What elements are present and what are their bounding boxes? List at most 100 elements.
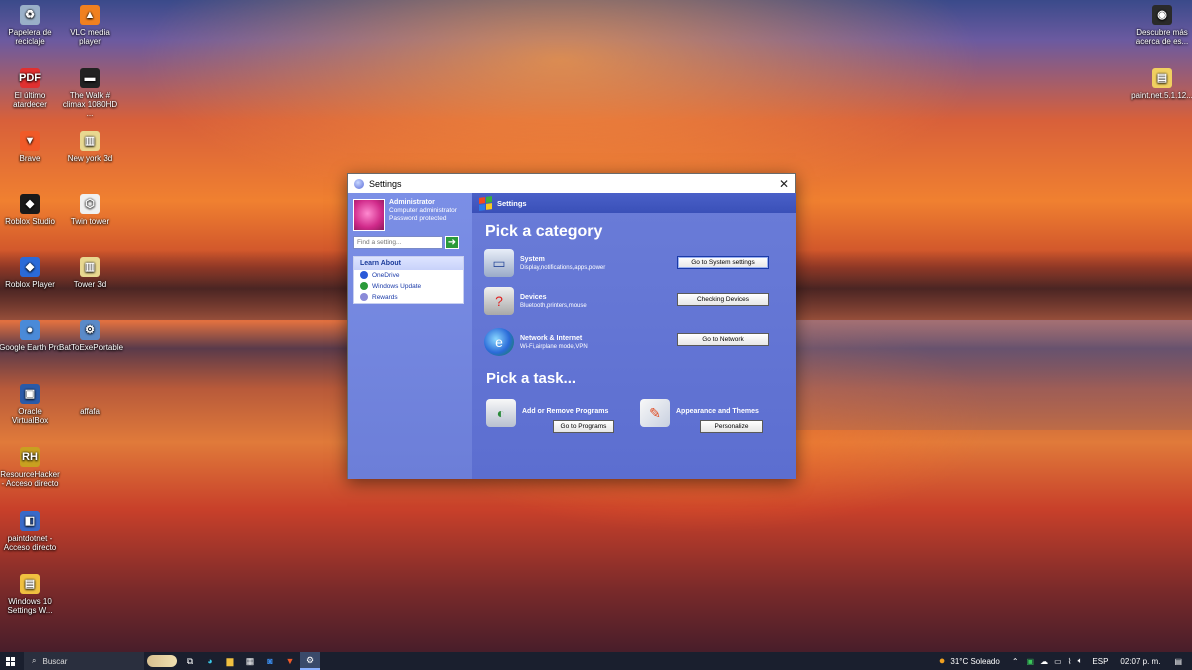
desktop-icon[interactable]: ⚙ BatToExePortable — [59, 320, 124, 352]
go-to-network-button[interactable]: Go to Network — [677, 333, 769, 346]
brave-icon: ▼ — [20, 131, 40, 151]
window-title: Settings — [369, 178, 402, 189]
desktop-icon-label: Twin tower — [70, 217, 110, 226]
desktop-icon[interactable]: ◉ Descubre más acerca de es... — [1131, 5, 1192, 46]
desktop-icon[interactable]: PDF El último atardecer — [0, 68, 61, 109]
desktop-icon[interactable]: ▥ New york 3d — [59, 131, 121, 163]
settings-window: Settings ✕ Administrator Computer admini… — [347, 173, 796, 479]
pick-category-heading: Pick a category — [485, 223, 603, 240]
desktop-icon[interactable]: ▤ Windows 10 Settings W... — [0, 574, 61, 615]
blank-file-icon — [80, 384, 100, 404]
go-to-system-button[interactable]: Go to System settings — [677, 256, 769, 269]
desktop-icon[interactable]: ▼ Brave — [0, 131, 61, 163]
learn-about-item[interactable]: OneDrive — [354, 270, 463, 281]
rewards-icon — [360, 293, 368, 301]
desktop-icon[interactable]: ⬡ Twin tower — [59, 194, 121, 226]
learn-about-item-label: OneDrive — [372, 271, 400, 279]
settings-taskbar-icon[interactable]: ⚙ — [300, 652, 320, 670]
volume-icon[interactable]: 🔈︎ — [1078, 656, 1083, 666]
windows-start-icon — [5, 656, 15, 666]
edge-icon[interactable]: ◕ — [200, 652, 220, 670]
category-desc: Bluetooth,printers,mouse — [520, 302, 587, 309]
category-network[interactable]: e Network & Internet Wi-Fi,airplane mode… — [484, 328, 588, 356]
go-to-programs-button[interactable]: Go to Programs — [553, 420, 614, 433]
desktop-icon[interactable]: RH ResourceHacker - Acceso directo — [0, 447, 61, 488]
tray-app-icon[interactable]: ▣ — [1027, 657, 1035, 666]
search-go-button[interactable]: ➜ — [445, 236, 459, 249]
notifications-icon[interactable]: ▤ — [1174, 657, 1182, 666]
3d-object-icon: ⬡ — [80, 194, 100, 214]
desktop-icon[interactable]: ▣ Oracle VirtualBox — [0, 384, 61, 425]
desktop-icon-label: Windows 10 Settings W... — [7, 597, 53, 615]
windows-logo-icon — [479, 195, 492, 211]
recycle-bin-icon: ♻ — [20, 5, 40, 25]
content-header-title: Settings — [497, 198, 527, 208]
taskbar-search-label: Buscar — [42, 656, 68, 666]
category-devices[interactable]: ? Devices Bluetooth,printers,mouse — [484, 287, 587, 315]
content-header: Settings — [472, 193, 796, 213]
desktop-icon[interactable]: ◆ Roblox Studio — [0, 194, 61, 226]
desktop-icon[interactable]: ▬ The Walk # climax 1080HD ... — [59, 68, 121, 118]
user-box: Administrator Computer administrator Pas… — [348, 193, 472, 235]
battoexe-icon: ⚙ — [80, 320, 100, 340]
desktop-icon-label: Roblox Player — [5, 280, 55, 289]
taskbar-search[interactable]: ⌕ Buscar — [24, 652, 144, 670]
brave-taskbar-icon[interactable]: ▼ — [280, 652, 300, 670]
wallpaper-sea — [795, 320, 1192, 430]
desktop-icon[interactable]: affafa — [59, 384, 121, 416]
search-input[interactable] — [353, 236, 443, 249]
weather-text[interactable]: 31°C Soleado — [950, 657, 999, 666]
learn-about-item[interactable]: Windows Update — [354, 281, 463, 292]
pdf-icon: PDF — [19, 68, 41, 88]
search-highlight-icon[interactable] — [144, 652, 180, 670]
close-button[interactable]: ✕ — [773, 174, 795, 193]
battery-icon[interactable]: ▭ — [1054, 657, 1062, 666]
task-view-icon[interactable]: ⧉ — [180, 652, 200, 670]
desktop-icon-label: New york 3d — [67, 154, 113, 163]
user-role: Computer administrator — [389, 207, 457, 214]
desktop-icon-label: Google Earth Pro — [0, 343, 61, 352]
programs-icon: ◐ — [486, 399, 516, 427]
desktop-icon[interactable]: ● Google Earth Pro — [0, 320, 61, 352]
virtualbox-icon: ▣ — [20, 384, 40, 404]
onedrive-icon[interactable]: ☁ — [1040, 657, 1048, 666]
desktop-icon[interactable]: ▤ paint.net.5.1.12... — [1131, 68, 1192, 100]
desktop-icon[interactable]: ▲ VLC media player — [59, 5, 121, 46]
desktop-icon-label: The Walk # climax 1080HD ... — [62, 91, 118, 118]
language-indicator[interactable]: ESP — [1092, 657, 1108, 666]
roblox-studio-icon: ◆ — [20, 194, 40, 214]
desktop-icon[interactable]: ◆ Roblox Player — [0, 257, 61, 289]
learn-about-heading: Learn About — [354, 257, 463, 270]
desktop-icon-label: affafa — [80, 407, 100, 416]
desktop-icon[interactable]: ▥ Tower 3d — [59, 257, 121, 289]
desktop-icon[interactable]: ♻ Papelera de reciclaje — [0, 5, 61, 46]
network-icon[interactable]: ⌇ — [1068, 657, 1072, 666]
category-system[interactable]: ▭ System Display,notifications,apps,powe… — [484, 249, 605, 277]
store-icon[interactable]: ▦ — [240, 652, 260, 670]
category-name: Network & Internet — [520, 334, 583, 342]
category-name: Devices — [520, 293, 547, 301]
desktop-icon-label: BatToExePortable — [59, 343, 124, 352]
left-pane: Administrator Computer administrator Pas… — [348, 193, 472, 479]
search-row: ➜ — [348, 236, 472, 249]
learn-about-item[interactable]: Rewards — [354, 292, 463, 303]
themes-icon: ✎ — [640, 399, 670, 427]
desktop-icon[interactable]: ◧ paintdotnet - Acceso directo — [0, 511, 61, 552]
resourcehacker-icon: RH — [20, 447, 40, 467]
avatar[interactable] — [353, 199, 385, 231]
desktop-icon-label: El último atardecer — [13, 91, 47, 109]
start-button[interactable] — [0, 652, 20, 670]
search-icon: ⌕ — [32, 656, 37, 665]
weather-sun-icon[interactable]: ● — [939, 655, 946, 667]
video-file-icon: ▬ — [80, 68, 100, 88]
checking-devices-button[interactable]: Checking Devices — [677, 293, 769, 306]
outlook-icon[interactable]: ◙ — [260, 652, 280, 670]
personalize-button[interactable]: Personalize — [700, 420, 763, 433]
title-bar[interactable]: Settings ✕ — [348, 174, 795, 193]
category-desc: Wi-Fi,airplane mode,VPN — [520, 343, 588, 350]
file-explorer-icon[interactable]: ▆ — [220, 652, 240, 670]
clock[interactable]: 02:07 p. m. — [1120, 657, 1160, 666]
google-earth-icon: ● — [20, 320, 40, 340]
chevron-up-icon[interactable]: ⌃ — [1012, 657, 1019, 666]
computer-icon: ▭ — [484, 249, 514, 277]
